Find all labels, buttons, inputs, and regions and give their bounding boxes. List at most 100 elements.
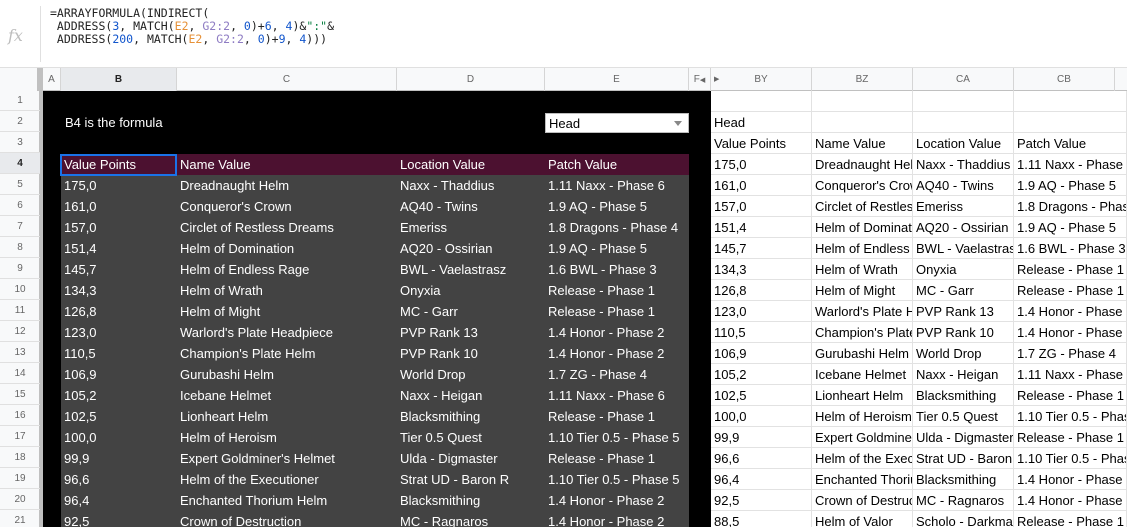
empty-cell[interactable] — [913, 112, 1014, 133]
row-header-15[interactable]: 15 — [0, 384, 40, 405]
source-cell[interactable]: Helm of Valor — [812, 511, 913, 527]
table-cell[interactable]: Ulda - Digmaster — [397, 448, 545, 469]
source-cell[interactable]: 1.4 Honor - Phase 2 — [1014, 469, 1127, 490]
table-cell[interactable]: 134,3 — [61, 280, 177, 301]
table-cell[interactable]: Naxx - Thaddius — [397, 175, 545, 196]
source-cell[interactable]: Naxx - Heigan — [913, 364, 1014, 385]
row-header-18[interactable]: 18 — [0, 447, 40, 468]
table-cell[interactable]: 102,5 — [61, 406, 177, 427]
table-cell[interactable]: Release - Phase 1 — [545, 406, 689, 427]
row-header-11[interactable]: 11 — [0, 300, 40, 321]
source-cell[interactable]: Release - Phase 1 — [1014, 259, 1127, 280]
source-cell[interactable]: 126,8 — [711, 280, 812, 301]
source-cell[interactable]: Blacksmithing — [913, 385, 1014, 406]
table-cell[interactable]: 1.4 Honor - Phase 2 — [545, 322, 689, 343]
source-cell[interactable]: Helm of Heroism — [812, 406, 913, 427]
row-header-3[interactable]: 3 — [0, 132, 40, 153]
table-cell[interactable]: 1.4 Honor - Phase 2 — [545, 343, 689, 364]
source-cell[interactable]: Release - Phase 1 — [1014, 280, 1127, 301]
source-cell[interactable]: Helm of Wrath — [812, 259, 913, 280]
table-cell[interactable]: 123,0 — [61, 322, 177, 343]
source-cell[interactable]: 100,0 — [711, 406, 812, 427]
table-cell[interactable]: 96,6 — [61, 469, 177, 490]
table-cell[interactable]: World Drop — [397, 364, 545, 385]
row-header-10[interactable]: 10 — [0, 279, 40, 300]
source-cell[interactable]: AQ20 - Ossirian — [913, 217, 1014, 238]
column-header-bz[interactable]: BZ — [812, 68, 913, 91]
source-cell[interactable]: 1.4 Honor - Phase 2 — [1014, 301, 1127, 322]
source-cell[interactable]: 1.4 Honor - Phase 2 — [1014, 490, 1127, 511]
source-cell[interactable]: 1.8 Dragons - Phase 4 — [1014, 196, 1127, 217]
table-cell[interactable]: Champion's Plate Helm — [177, 343, 397, 364]
table-cell[interactable]: 1.8 Dragons - Phase 4 — [545, 217, 689, 238]
row-header-7[interactable]: 7 — [0, 216, 40, 237]
table-cell[interactable]: Helm of Domination — [177, 238, 397, 259]
table-cell[interactable]: 99,9 — [61, 448, 177, 469]
table-cell[interactable]: Helm of Wrath — [177, 280, 397, 301]
source-cell[interactable]: Tier 0.5 Quest — [913, 406, 1014, 427]
source-cell[interactable]: 175,0 — [711, 154, 812, 175]
source-cell[interactable]: Onyxia — [913, 259, 1014, 280]
source-cell[interactable]: Emeriss — [913, 196, 1014, 217]
table-cell[interactable]: Release - Phase 1 — [545, 280, 689, 301]
source-cell[interactable]: World Drop — [913, 343, 1014, 364]
column-header-e[interactable]: E — [545, 68, 689, 91]
table-cell[interactable]: Tier 0.5 Quest — [397, 427, 545, 448]
table-cell[interactable]: BWL - Vaelastrasz — [397, 259, 545, 280]
source-cell[interactable]: PVP Rank 10 — [913, 322, 1014, 343]
column-header-by[interactable]: ▶ BY — [711, 68, 812, 91]
source-cell[interactable]: 106,9 — [711, 343, 812, 364]
source-cell[interactable]: 1.4 Honor - Phase 2 — [1014, 322, 1127, 343]
chevron-down-icon[interactable] — [674, 121, 682, 126]
table-cell[interactable]: Expert Goldminer's Helmet — [177, 448, 397, 469]
table-cell[interactable]: PVP Rank 10 — [397, 343, 545, 364]
empty-cell[interactable] — [913, 91, 1014, 112]
source-cell[interactable]: Warlord's Plate Headpiece — [812, 301, 913, 322]
table-cell[interactable]: 161,0 — [61, 196, 177, 217]
table-cell[interactable]: 175,0 — [61, 175, 177, 196]
row-header-1[interactable]: 1 — [0, 91, 40, 111]
table-cell[interactable]: Onyxia — [397, 280, 545, 301]
table-cell[interactable]: 151,4 — [61, 238, 177, 259]
source-cell[interactable]: Icebane Helmet — [812, 364, 913, 385]
table-cell[interactable]: 92,5 — [61, 511, 177, 527]
source-cell[interactable]: 92,5 — [711, 490, 812, 511]
source-cell[interactable]: 102,5 — [711, 385, 812, 406]
formula-bar[interactable]: fx =ARRAYFORMULA(INDIRECT( ADDRESS(3, MA… — [0, 0, 1127, 68]
source-cell[interactable]: 110,5 — [711, 322, 812, 343]
source-cell[interactable]: Blacksmithing — [913, 469, 1014, 490]
column-header-b[interactable]: B — [61, 68, 177, 91]
column-header-a[interactable]: A — [43, 68, 61, 91]
table-cell[interactable]: Blacksmithing — [397, 490, 545, 511]
source-cell[interactable]: Release - Phase 1 — [1014, 385, 1127, 406]
table-cell[interactable]: 1.9 AQ - Phase 5 — [545, 238, 689, 259]
row-header-16[interactable]: 16 — [0, 405, 40, 426]
table-header-cell[interactable]: Location Value — [397, 154, 545, 175]
table-cell[interactable]: Warlord's Plate Headpiece — [177, 322, 397, 343]
category-dropdown[interactable]: Head — [545, 113, 689, 133]
table-header-cell[interactable]: Name Value — [177, 154, 397, 175]
source-cell[interactable]: 88,5 — [711, 511, 812, 527]
source-cell[interactable]: 1.11 Naxx - Phase 6 — [1014, 154, 1127, 175]
table-header-cell[interactable]: Patch Value — [545, 154, 689, 175]
table-cell[interactable]: 1.4 Honor - Phase 2 — [545, 490, 689, 511]
row-header-14[interactable]: 14 — [0, 363, 40, 384]
source-cell[interactable]: 1.9 AQ - Phase 5 — [1014, 217, 1127, 238]
table-cell[interactable]: MC - Ragnaros — [397, 511, 545, 527]
source-cell[interactable]: 105,2 — [711, 364, 812, 385]
row-header-8[interactable]: 8 — [0, 237, 40, 258]
source-cell[interactable]: Enchanted Thorium Helm — [812, 469, 913, 490]
row-header-21[interactable]: 21 — [0, 510, 40, 527]
source-cell[interactable]: 96,4 — [711, 469, 812, 490]
table-cell[interactable]: Blacksmithing — [397, 406, 545, 427]
table-cell[interactable]: Release - Phase 1 — [545, 448, 689, 469]
empty-cell[interactable] — [812, 112, 913, 133]
table-cell[interactable]: Helm of Endless Rage — [177, 259, 397, 280]
table-cell[interactable]: Helm of the Executioner — [177, 469, 397, 490]
table-header-cell[interactable]: Value Points — [61, 154, 177, 175]
source-cell[interactable]: Value Points — [711, 133, 812, 154]
table-cell[interactable]: Crown of Destruction — [177, 511, 397, 527]
table-cell[interactable]: 1.7 ZG - Phase 4 — [545, 364, 689, 385]
table-cell[interactable]: 1.6 BWL - Phase 3 — [545, 259, 689, 280]
table-cell[interactable]: Dreadnaught Helm — [177, 175, 397, 196]
